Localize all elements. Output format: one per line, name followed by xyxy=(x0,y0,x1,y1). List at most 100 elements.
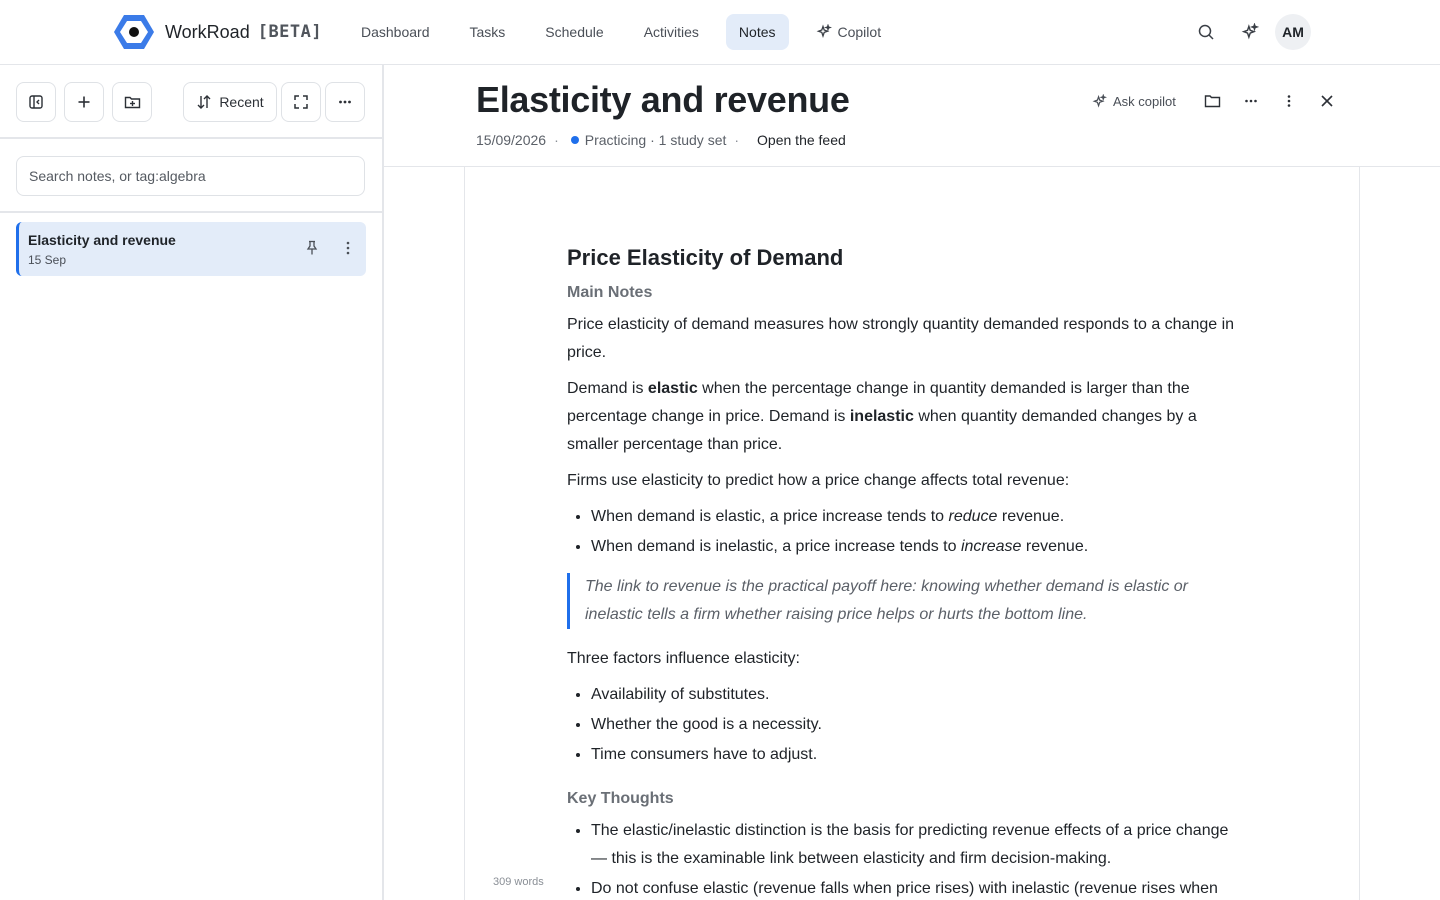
copilot-button[interactable] xyxy=(1232,14,1268,50)
sort-icon xyxy=(197,95,211,109)
new-note-button[interactable] xyxy=(64,82,104,122)
note-status: Practicing · 1 study set xyxy=(584,132,727,148)
list-item: When demand is inelastic, a price increa… xyxy=(591,533,1247,561)
top-navigation: WorkRoad [BETA] Dashboard Tasks Schedule… xyxy=(0,0,1440,65)
folder-plus-icon xyxy=(124,96,140,109)
sparkle-icon xyxy=(1241,23,1259,40)
bullet-list: When demand is elastic, a price increase… xyxy=(591,503,1247,561)
nav-dashboard-label: Dashboard xyxy=(361,24,430,40)
sparkle-icon xyxy=(816,24,832,39)
fullscreen-button[interactable] xyxy=(281,82,321,122)
search-icon xyxy=(1198,24,1214,40)
pin-icon[interactable] xyxy=(303,239,321,257)
nav-dashboard[interactable]: Dashboard xyxy=(341,14,450,50)
paragraph: Firms use elasticity to predict how a pr… xyxy=(567,472,1070,489)
note-title[interactable]: Elasticity and revenue xyxy=(476,79,850,121)
italic-term: reduce xyxy=(948,508,998,525)
nav-activities-label: Activities xyxy=(643,24,699,40)
note-editor: Elasticity and revenue 15/09/2026 · Prac… xyxy=(384,65,1440,900)
content-heading: Price Elasticity of Demand xyxy=(567,245,844,270)
text-run: revenue. xyxy=(997,508,1065,525)
list-item: Availability of substitutes. xyxy=(591,681,1247,709)
avatar-initials: AM xyxy=(1282,24,1304,40)
more-vertical-icon xyxy=(1287,95,1291,107)
note-date: 15/09/2026 xyxy=(476,132,547,148)
status-dot xyxy=(570,136,579,144)
paragraph: Price elasticity of demand measures how … xyxy=(567,316,1235,361)
sidebar-toolbar: Recent xyxy=(0,65,382,139)
close-note-button[interactable] xyxy=(1308,87,1346,115)
nav-tasks[interactable]: Tasks xyxy=(450,14,526,50)
workroad-logo-icon xyxy=(114,15,154,49)
list-item: Time consumers have to adjust. xyxy=(591,741,1247,769)
bullet-list: Availability of substitutes. Whether the… xyxy=(591,681,1247,769)
list-item: Whether the good is a necessity. xyxy=(591,711,1247,739)
move-to-folder-button[interactable] xyxy=(1194,87,1232,115)
text-run: revenue. xyxy=(1021,538,1089,555)
user-avatar[interactable]: AM xyxy=(1275,14,1311,50)
search-button[interactable] xyxy=(1188,14,1224,50)
nav-copilot[interactable]: Copilot xyxy=(796,14,902,50)
new-folder-button[interactable] xyxy=(112,82,152,122)
document-page[interactable]: Price Elasticity of Demand Main Notes Pr… xyxy=(464,167,1360,900)
nav-schedule-label: Schedule xyxy=(545,24,604,40)
list-item: Do not confuse elastic (revenue falls wh… xyxy=(591,875,1247,900)
document-content[interactable]: Price Elasticity of Demand Main Notes Pr… xyxy=(567,243,1247,900)
note-item-date: 15 Sep xyxy=(28,253,67,267)
more-options-button[interactable] xyxy=(1232,87,1270,115)
brand-name: WorkRoad xyxy=(165,21,250,42)
note-actions: Ask copilot xyxy=(1092,87,1346,115)
nav-activities[interactable]: Activities xyxy=(624,14,719,50)
text-run: When demand is inelastic, a price increa… xyxy=(591,538,961,555)
expand-icon xyxy=(294,95,308,109)
bullet-list: The elastic/inelastic distinction is the… xyxy=(591,817,1247,900)
meta-separator: · xyxy=(554,132,559,148)
list-item: When demand is elastic, a price increase… xyxy=(591,503,1247,531)
collapse-sidebar-button[interactable] xyxy=(16,82,56,122)
document-area: Price Elasticity of Demand Main Notes Pr… xyxy=(384,167,1440,900)
section-title-key-thoughts: Key Thoughts xyxy=(567,790,674,807)
text-run: When demand is elastic, a price increase… xyxy=(591,508,949,525)
sort-label: Recent xyxy=(219,94,264,110)
sidebar-more-button[interactable] xyxy=(325,82,365,122)
nav-notes[interactable]: Notes xyxy=(725,14,789,50)
more-vertical-icon[interactable] xyxy=(339,239,357,257)
sort-button[interactable]: Recent xyxy=(183,82,277,122)
plus-icon xyxy=(78,96,90,108)
section-title-main-notes: Main Notes xyxy=(567,284,653,301)
note-item-title: Elasticity and revenue xyxy=(28,232,176,248)
list-item: The elastic/inelastic distinction is the… xyxy=(591,817,1247,873)
folder-icon xyxy=(1205,95,1221,108)
paragraph: Demand is elastic when the percentage ch… xyxy=(567,375,1247,459)
main-nav: Dashboard Tasks Schedule Activities Note… xyxy=(341,14,901,50)
search-area xyxy=(0,139,382,213)
search-notes-input[interactable] xyxy=(16,156,365,196)
brand[interactable]: WorkRoad [BETA] xyxy=(113,13,322,51)
word-count: 309 words xyxy=(493,876,544,888)
menu-button[interactable] xyxy=(1270,87,1308,115)
bold-term: inelastic xyxy=(849,408,914,425)
bold-term: elastic xyxy=(647,380,698,397)
blockquote: The link to revenue is the practical pay… xyxy=(567,573,1247,629)
note-meta: 15/09/2026 · Practicing · 1 study set · … xyxy=(476,132,846,148)
more-horizontal-icon xyxy=(339,100,351,104)
note-header: Elasticity and revenue 15/09/2026 · Prac… xyxy=(384,65,1440,167)
text-run: Demand is xyxy=(567,380,648,397)
ask-copilot-button[interactable]: Ask copilot xyxy=(1092,87,1176,115)
nav-notes-label: Notes xyxy=(738,24,776,40)
more-horizontal-icon xyxy=(1245,99,1257,103)
meta-separator: · xyxy=(734,132,740,148)
notes-sidebar: Recent Elasticity and revenue 15 Sep xyxy=(0,65,384,900)
nav-tasks-label: Tasks xyxy=(469,24,506,40)
nav-schedule[interactable]: Schedule xyxy=(525,14,623,50)
close-icon xyxy=(1321,95,1333,107)
italic-term: increase xyxy=(960,538,1022,555)
nav-copilot-label: Copilot xyxy=(837,24,882,40)
note-list-item[interactable]: Elasticity and revenue 15 Sep xyxy=(16,222,366,276)
paragraph: Three factors influence elasticity: xyxy=(567,650,800,667)
sparkle-icon xyxy=(1092,93,1107,108)
beta-badge: [BETA] xyxy=(257,22,323,42)
open-feed-link[interactable]: Open the feed xyxy=(757,132,846,148)
sidebar-collapse-icon xyxy=(29,95,43,109)
ask-copilot-label: Ask copilot xyxy=(1113,93,1176,109)
